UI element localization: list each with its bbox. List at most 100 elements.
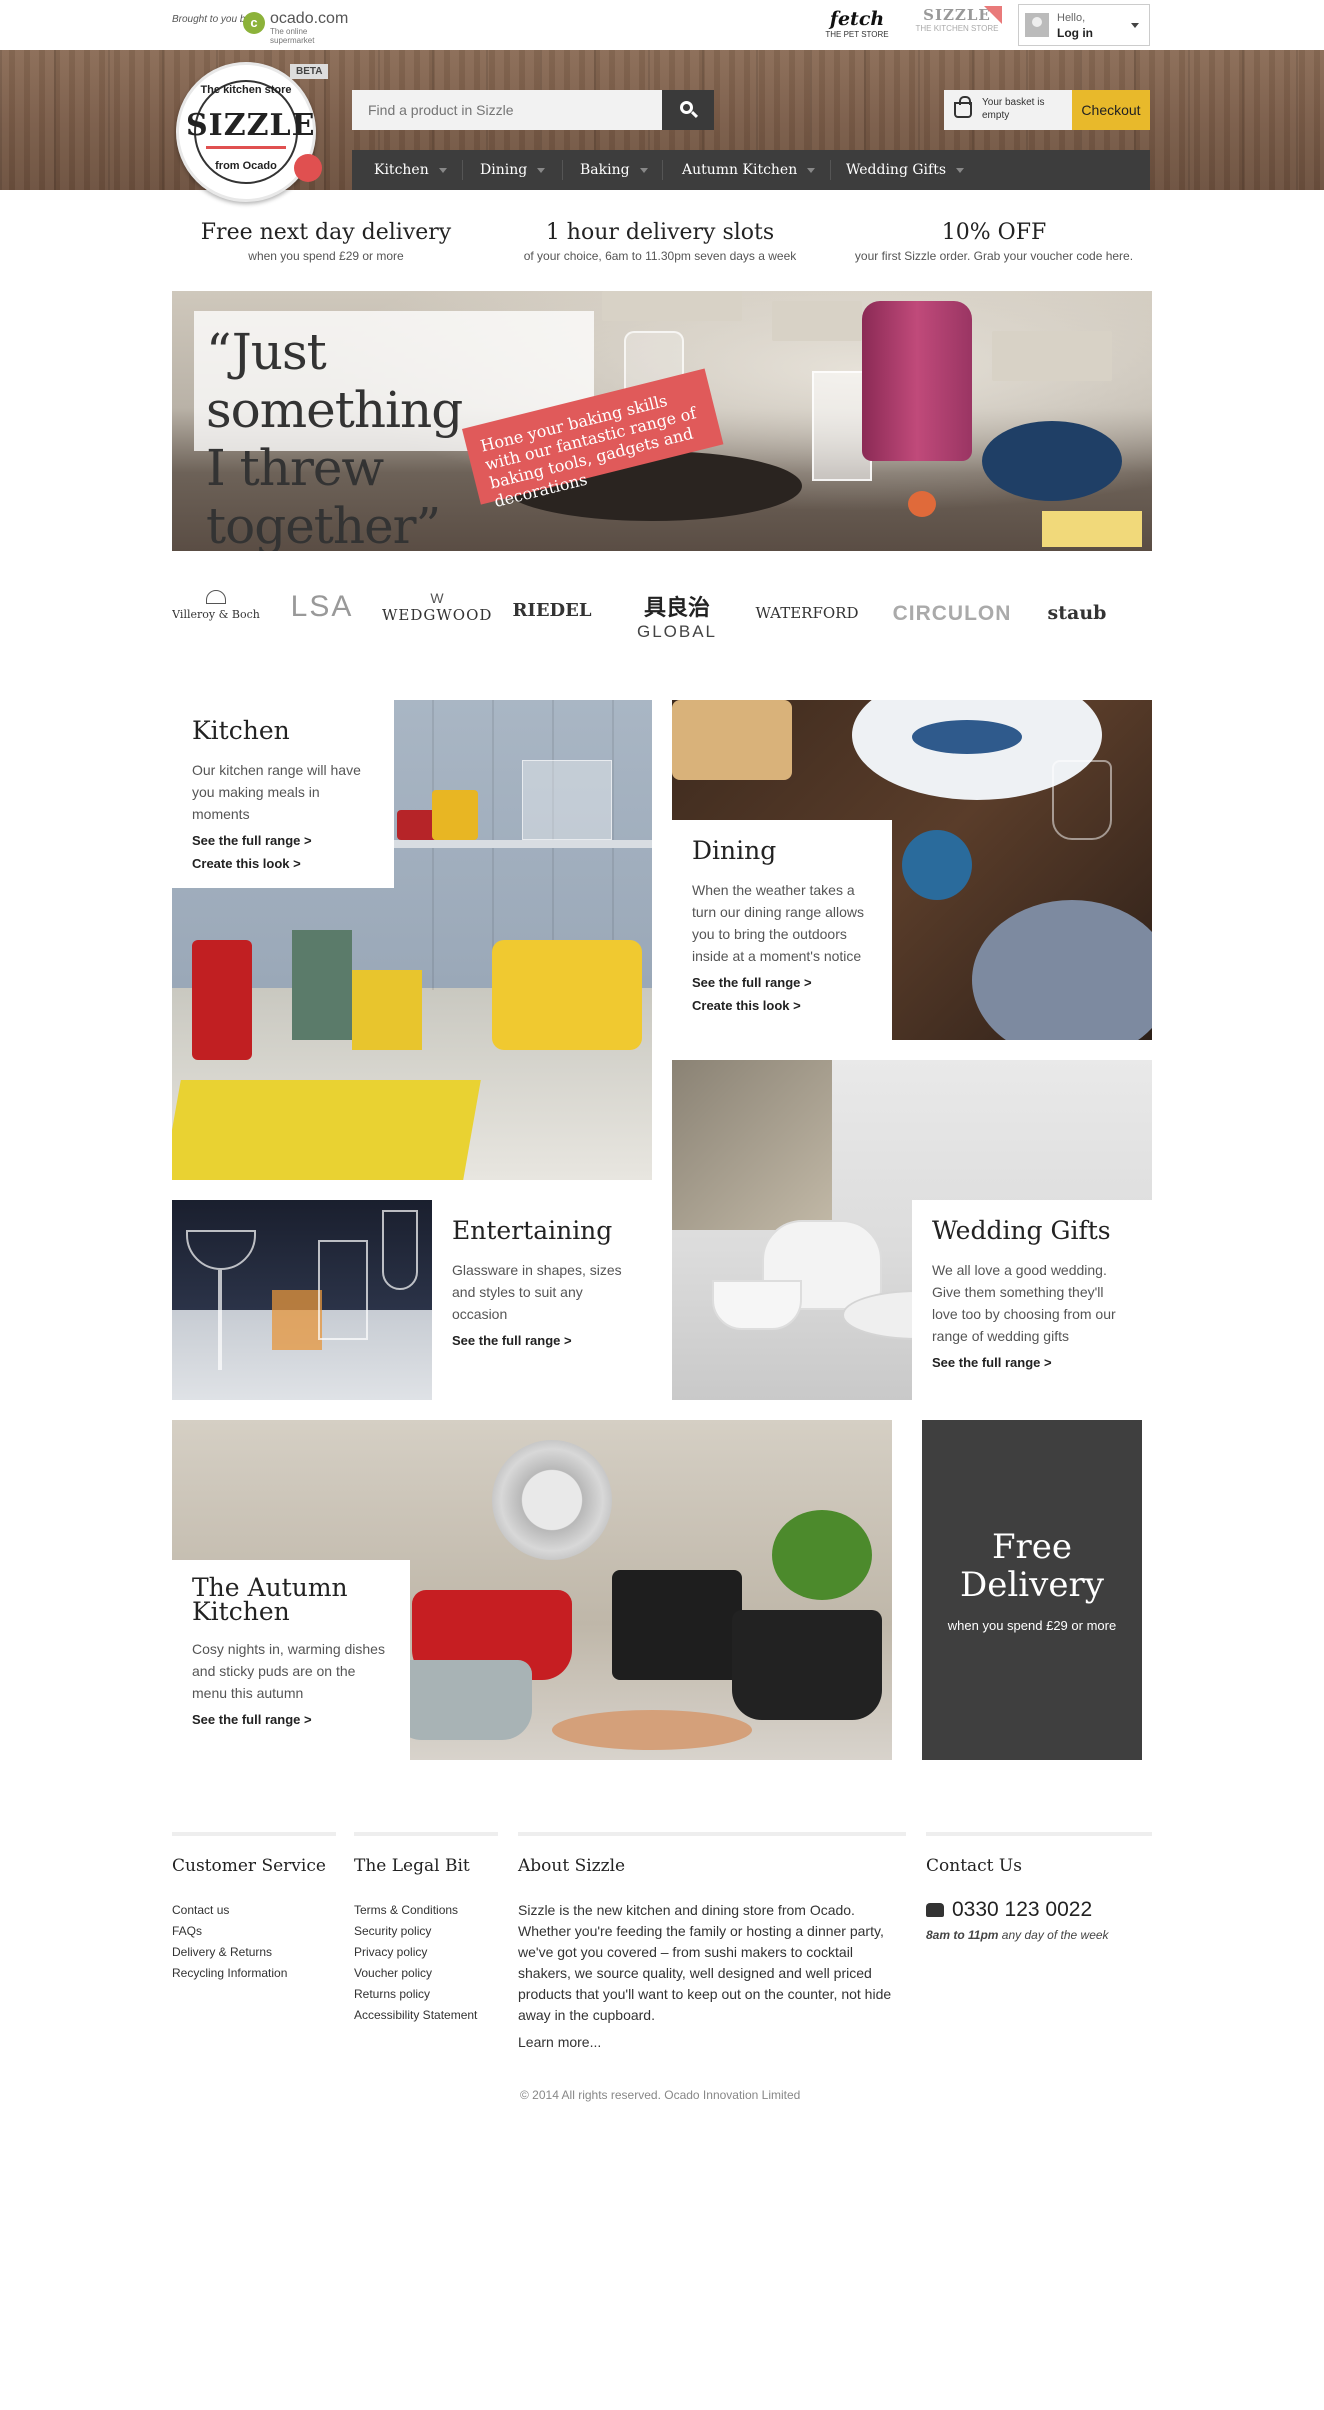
shelf-shape [392, 840, 652, 848]
bowl-shape [902, 830, 972, 900]
brand-staub[interactable]: staub [1032, 590, 1122, 650]
footer-link-accessibility[interactable]: Accessibility Statement [354, 2005, 498, 2026]
phone-number[interactable]: 0330 123 0022 [926, 1898, 1152, 1922]
fetch-store-link[interactable]: fetch THE PET STORE [822, 8, 892, 39]
footer-link-voucher[interactable]: Voucher policy [354, 1963, 498, 1984]
usp-title: 1 hour delivery slots [545, 220, 775, 245]
flute-glass-shape [382, 1210, 418, 1290]
footer-link-contact[interactable]: Contact us [172, 1900, 336, 1921]
free-delivery-sub: when you spend £29 or more [947, 1618, 1117, 1633]
tile-title: The Autumn Kitchen [192, 1573, 348, 1626]
tray-shape [172, 1080, 481, 1180]
sizzle-store-tab[interactable]: SIZZLE THE KITCHEN STORE [912, 6, 1002, 50]
tumbler-drink-shape [272, 1290, 322, 1350]
brand-wedgwood[interactable]: W WEDGWOOD [382, 590, 492, 650]
ocado-tagline: The online supermarket [270, 27, 315, 45]
footer-heading: Contact Us [926, 1856, 1022, 1876]
glasses-shape [522, 760, 612, 840]
sizzle-logo[interactable]: The kitchen store SIZZLE from Ocado [176, 62, 332, 202]
usp-title: 10% OFF [941, 220, 1047, 245]
nav-divider [830, 160, 831, 180]
see-full-range-link[interactable]: See the full range > [192, 833, 374, 848]
ocado-name: ocado.com [270, 10, 349, 27]
beta-badge: BETA [290, 64, 329, 79]
top-bar: Brought to you by c ocado.com The online… [0, 0, 1324, 50]
tin-shape [352, 970, 422, 1050]
teacup-shape [712, 1280, 802, 1330]
tile-body: Cosy nights in, warming dishes and stick… [192, 1641, 385, 1701]
search-input[interactable] [352, 90, 662, 130]
ocado-icon: c [243, 12, 265, 34]
logo-top-text: The kitchen store [200, 84, 292, 96]
hero-banner[interactable]: “Just something I threw together” Hone y… [172, 291, 1152, 551]
tile-body: Our kitchen range will have you making m… [192, 762, 361, 822]
see-full-range-link[interactable]: See the full range > [692, 975, 872, 990]
glass-shape [1052, 760, 1112, 840]
free-delivery-box[interactable]: Free Delivery when you spend £29 or more [922, 1420, 1142, 1760]
corner-ribbon-icon [984, 6, 1002, 24]
footer-link-security[interactable]: Security policy [354, 1921, 498, 1942]
nav-divider [562, 160, 563, 180]
tile-title: Entertaining [452, 1216, 613, 1245]
see-full-range-link[interactable]: See the full range > [932, 1355, 1132, 1370]
brand-waterford[interactable]: WATERFORD [752, 590, 862, 650]
usp-voucher[interactable]: 10% OFF your first Sizzle order. Grab yo… [834, 220, 1154, 263]
brand-name: LSA [290, 590, 354, 623]
footer-link-recycling[interactable]: Recycling Information [172, 1963, 336, 1984]
search-icon-handle [690, 110, 699, 119]
create-look-link[interactable]: Create this look > [692, 998, 872, 1013]
nav-item-dining[interactable]: Dining [480, 150, 546, 190]
logo-bottom-text: from Ocado [215, 160, 277, 172]
brought-by-label: Brought to you by [172, 14, 251, 25]
login-dropdown[interactable]: Hello, Log in [1018, 4, 1150, 46]
footer-divider [172, 1832, 336, 1836]
footer-link-faqs[interactable]: FAQs [172, 1921, 336, 1942]
entertaining-image[interactable] [172, 1200, 432, 1400]
see-full-range-link[interactable]: See the full range > [192, 1712, 390, 1727]
search-button[interactable] [662, 90, 714, 130]
nav-item-baking[interactable]: Baking [580, 150, 648, 190]
global-kanji-icon: 具良治 [643, 595, 710, 620]
brand-circulon[interactable]: CIRCULON [892, 590, 1012, 650]
villeroy-crest-icon [206, 590, 226, 604]
nav-item-autumn-kitchen[interactable]: Autumn Kitchen [682, 150, 816, 190]
brand-lsa[interactable]: LSA [282, 590, 362, 650]
create-look-link[interactable]: Create this look > [192, 856, 374, 871]
footer-link-privacy[interactable]: Privacy policy [354, 1942, 498, 1963]
brand-riedel[interactable]: RIEDEL [512, 590, 592, 650]
basket-text: Your basket is empty [982, 97, 1045, 121]
nav-item-kitchen[interactable]: Kitchen [374, 150, 447, 190]
bread-shape [672, 700, 792, 780]
phone-icon [926, 1903, 944, 1918]
ocado-logo[interactable]: c ocado.com The online supermarket [243, 10, 353, 45]
moka-pot-shape [192, 940, 252, 1060]
tin-shape [292, 930, 352, 1040]
chevron-down-icon [807, 167, 816, 173]
basket-summary[interactable]: Your basket is empty [944, 90, 1072, 130]
usp-sub: your first Sizzle order. Grab your vouch… [854, 249, 1134, 263]
brick-shape [992, 331, 1112, 381]
learn-more-link[interactable]: Learn more... [518, 2034, 906, 2050]
footer-legal: The Legal Bit Terms & Conditions Securit… [354, 1832, 498, 2026]
logo-word: SIZZLE [186, 108, 316, 143]
nav-item-wedding-gifts[interactable]: Wedding Gifts [846, 150, 965, 190]
toaster-shape [492, 940, 642, 1050]
nav-label: Kitchen [374, 162, 429, 178]
frying-pan-shape [492, 1440, 612, 1560]
usp-delivery[interactable]: Free next day delivery when you spend £2… [166, 220, 486, 263]
footer-link-terms[interactable]: Terms & Conditions [354, 1900, 498, 1921]
footer-link-delivery[interactable]: Delivery & Returns [172, 1942, 336, 1963]
brick-shape [772, 301, 862, 341]
usp-slots[interactable]: 1 hour delivery slots of your choice, 6a… [500, 220, 820, 263]
wedgwood-w-icon: W [430, 590, 444, 606]
checkout-button[interactable]: Checkout [1072, 90, 1150, 130]
coupe-glass-shape [186, 1230, 256, 1270]
brand-villeroy-boch[interactable]: Villeroy & Boch [172, 590, 260, 650]
basket-icon [954, 96, 972, 118]
see-full-range-link[interactable]: See the full range > [452, 1333, 632, 1348]
black-pot-shape [732, 1610, 882, 1720]
brand-global[interactable]: 具良治 GLOBAL [622, 590, 732, 650]
free-delivery-title: Free Delivery [960, 1527, 1104, 1605]
brand-name: staub [1047, 602, 1107, 624]
footer-link-returns[interactable]: Returns policy [354, 1984, 498, 2005]
